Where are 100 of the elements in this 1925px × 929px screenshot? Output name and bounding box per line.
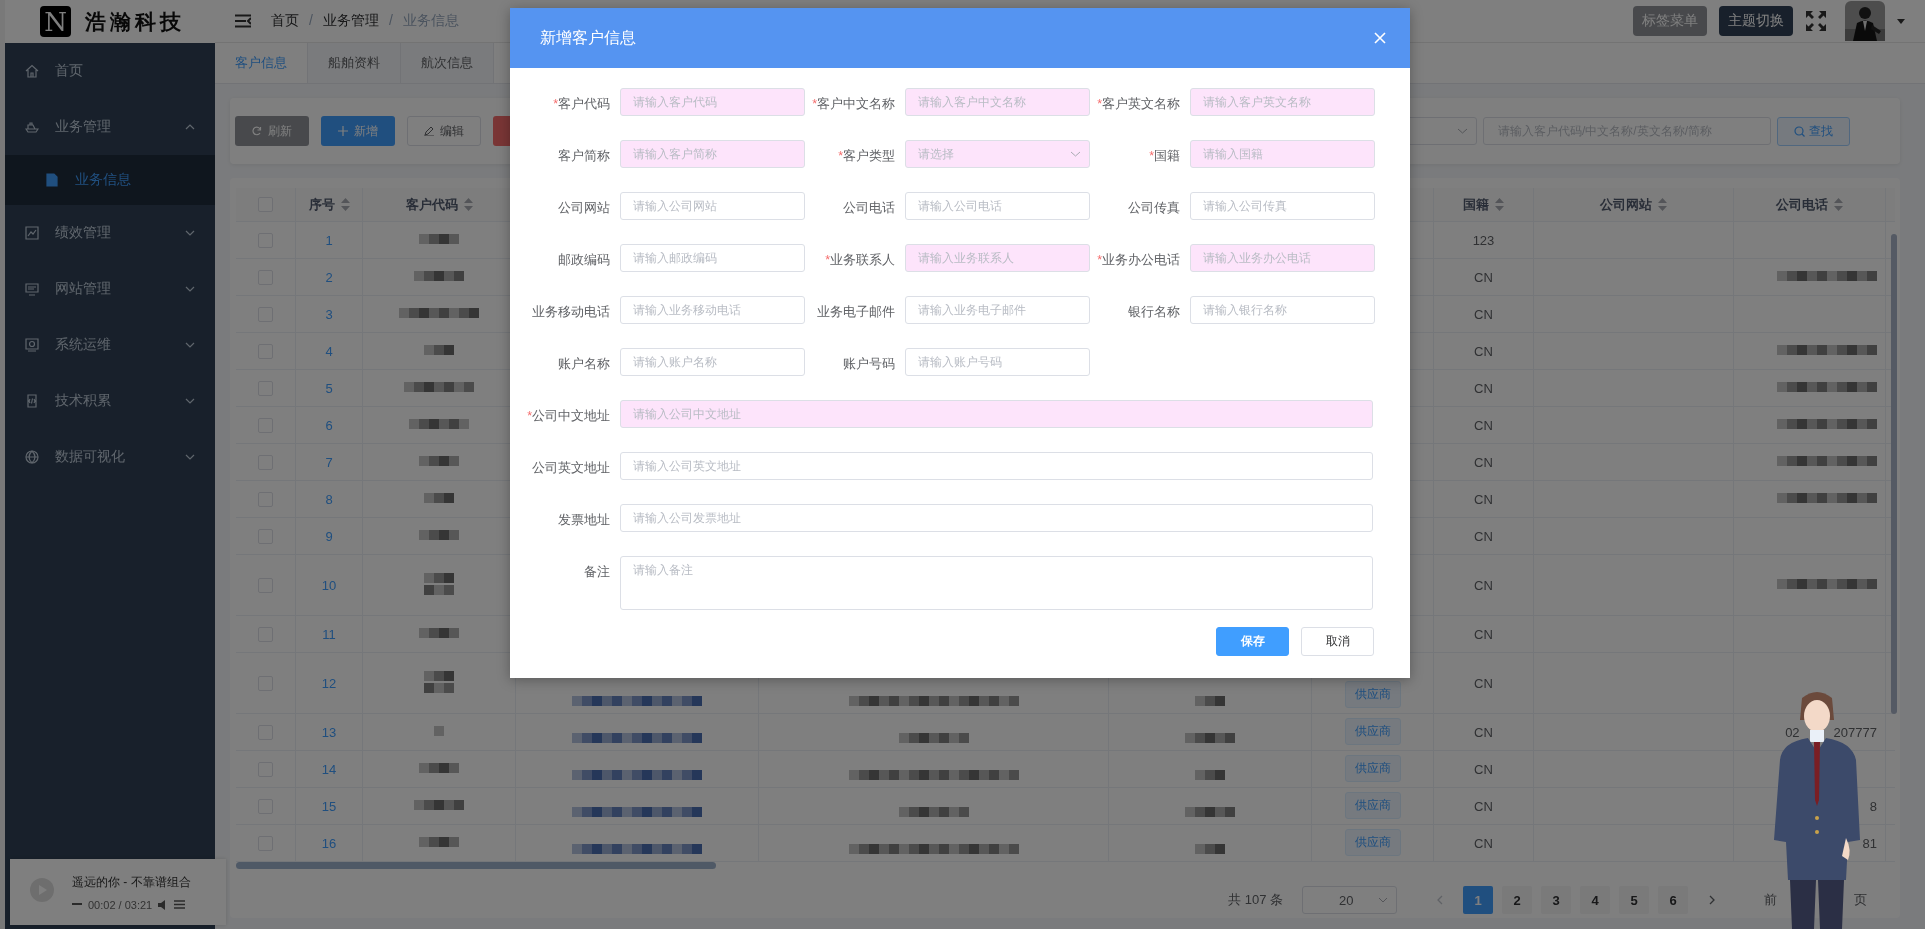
table-cell: CN (1474, 343, 1493, 359)
input-field[interactable]: 请输入公司网站 (620, 192, 805, 220)
menu-item[interactable]: 技术积累 (5, 373, 215, 429)
table-cell: 11 (322, 626, 336, 642)
table-cell: CN (1474, 417, 1493, 433)
page-button[interactable]: 6 (1658, 886, 1688, 914)
field-label: 业务移动电话 (531, 304, 610, 321)
input-field[interactable]: 请输入公司中文地址 (620, 400, 1373, 428)
table-cell: 12 (321, 675, 337, 691)
input-field[interactable]: 请输入账户号码 (905, 348, 1090, 376)
input-field[interactable]: 请输入客户英文名称 (1190, 88, 1375, 116)
page-button[interactable]: 1 (1463, 886, 1493, 914)
chevron-icon (185, 124, 195, 130)
menu-item[interactable]: 业务管理 (5, 99, 215, 155)
table-cell: 14 (321, 761, 337, 777)
globe-icon (25, 450, 39, 464)
type-tag: 供应商 (1344, 755, 1401, 782)
select-field[interactable]: 请选择 (905, 140, 1090, 168)
field-label: 发票地址 (557, 512, 610, 529)
add-button[interactable]: 新增 (321, 116, 395, 146)
blurred-text (424, 671, 454, 695)
input-field[interactable]: 请输入公司电话 (905, 192, 1090, 220)
input-field[interactable]: 请输入客户代码 (620, 88, 805, 116)
table-cell: CN (1474, 454, 1493, 470)
search-button[interactable]: 查找 (1777, 116, 1850, 146)
menu-item[interactable]: 网站管理 (5, 261, 215, 317)
menu-item[interactable]: 系统运维 (5, 317, 215, 373)
sort-icon[interactable] (340, 198, 350, 211)
caret-icon (1378, 897, 1388, 903)
table-cell: CN (1474, 798, 1493, 814)
field-label: 公司传真 (1127, 200, 1180, 217)
breadcrumb-link[interactable]: 首页 (271, 12, 299, 30)
field-label: 业务电子邮件 (816, 304, 895, 321)
type-tag: 供应商 (1344, 792, 1401, 819)
column-header[interactable]: 国籍 (1463, 195, 1489, 214)
ship-icon (25, 120, 39, 134)
page-button[interactable]: 2 (1502, 886, 1532, 914)
tab[interactable]: 船舶资料 (308, 43, 401, 83)
breadcrumb-link[interactable]: 业务管理 (322, 12, 379, 30)
table-cell: CN (1474, 675, 1493, 691)
input-field[interactable]: 请输入国籍 (1190, 140, 1375, 168)
menu-item[interactable]: 首页 (5, 43, 215, 99)
scrollbar-thumb[interactable] (236, 862, 716, 869)
header-button[interactable]: 主题切换 (1719, 6, 1793, 36)
page-button[interactable]: 3 (1541, 886, 1571, 914)
field-label: 银行名称 (1127, 304, 1180, 321)
input-field[interactable]: 请输入业务办公电话 (1190, 244, 1375, 272)
input-field[interactable]: 请输入公司英文地址 (620, 452, 1373, 480)
sort-icon[interactable] (463, 198, 473, 211)
page-button[interactable]: 4 (1580, 886, 1610, 914)
submenu-item[interactable]: 业务信息 (5, 155, 215, 205)
table-cell: 8 (325, 491, 333, 507)
table-cell: 13 (321, 724, 337, 740)
caret-icon[interactable] (1897, 18, 1905, 24)
close-icon[interactable] (1374, 32, 1386, 44)
breadcrumb-separator: / (388, 12, 393, 30)
menu-item[interactable]: 绩效管理 (5, 205, 215, 261)
input-field[interactable]: 请输入邮政编码 (620, 244, 805, 272)
type-tag: 供应商 (1344, 718, 1401, 745)
input-field[interactable]: 请输入业务移动电话 (620, 296, 805, 324)
sort-icon[interactable] (1834, 198, 1843, 211)
column-header[interactable]: 公司网站 (1600, 195, 1652, 214)
textarea-field[interactable]: 请输入备注 (620, 556, 1373, 610)
page-jump-label: 前 (1764, 891, 1777, 909)
input-field[interactable]: 请输入公司发票地址 (620, 504, 1373, 532)
pencil-icon (424, 126, 434, 136)
cancel-button[interactable]: 取消 (1301, 627, 1374, 656)
table-cell: 02 (1785, 724, 1800, 740)
logo-text: 浩瀚科技 (85, 7, 185, 36)
table-cell: CN (1474, 761, 1493, 777)
type-tag: 供应商 (1344, 829, 1401, 856)
input-field[interactable]: 请输入客户简称 (620, 140, 805, 168)
input-field[interactable]: 请输入银行名称 (1190, 296, 1375, 324)
edit-button[interactable]: 编辑 (407, 116, 481, 146)
input-field[interactable]: 请输入业务联系人 (905, 244, 1090, 272)
page-size-select[interactable]: 20 (1302, 886, 1397, 914)
menu-item[interactable]: 数据可视化 (5, 429, 215, 485)
input-field[interactable]: 请输入业务电子邮件 (905, 296, 1090, 324)
input-field[interactable]: 请输入客户中文名称 (905, 88, 1090, 116)
minimize-icon[interactable] (72, 903, 82, 906)
monitor-icon (25, 282, 39, 296)
table-cell: 4 (325, 343, 333, 359)
phone-icon (25, 394, 39, 408)
sort-icon[interactable] (1495, 198, 1504, 211)
sort-icon[interactable] (1658, 198, 1667, 211)
list-icon[interactable] (174, 900, 186, 909)
save-button[interactable]: 保存 (1216, 627, 1289, 656)
field-label: 客户简称 (557, 148, 610, 165)
input-field[interactable]: 请输入账户名称 (620, 348, 805, 376)
tab[interactable]: 航次信息 (401, 43, 494, 83)
chevron-icon (185, 342, 195, 348)
menu-icon[interactable] (235, 14, 251, 28)
page-button[interactable]: 5 (1619, 886, 1649, 914)
column-header[interactable]: 公司电话 (1776, 195, 1828, 214)
input-field[interactable]: 请输入公司传真 (1190, 192, 1375, 220)
column-header[interactable]: 客户代码 (405, 195, 458, 214)
scrollbar-thumb[interactable] (1891, 234, 1897, 714)
fullscreen-icon[interactable] (1805, 10, 1827, 32)
column-header[interactable]: 序号 (308, 195, 335, 214)
blurred-text (424, 573, 454, 597)
